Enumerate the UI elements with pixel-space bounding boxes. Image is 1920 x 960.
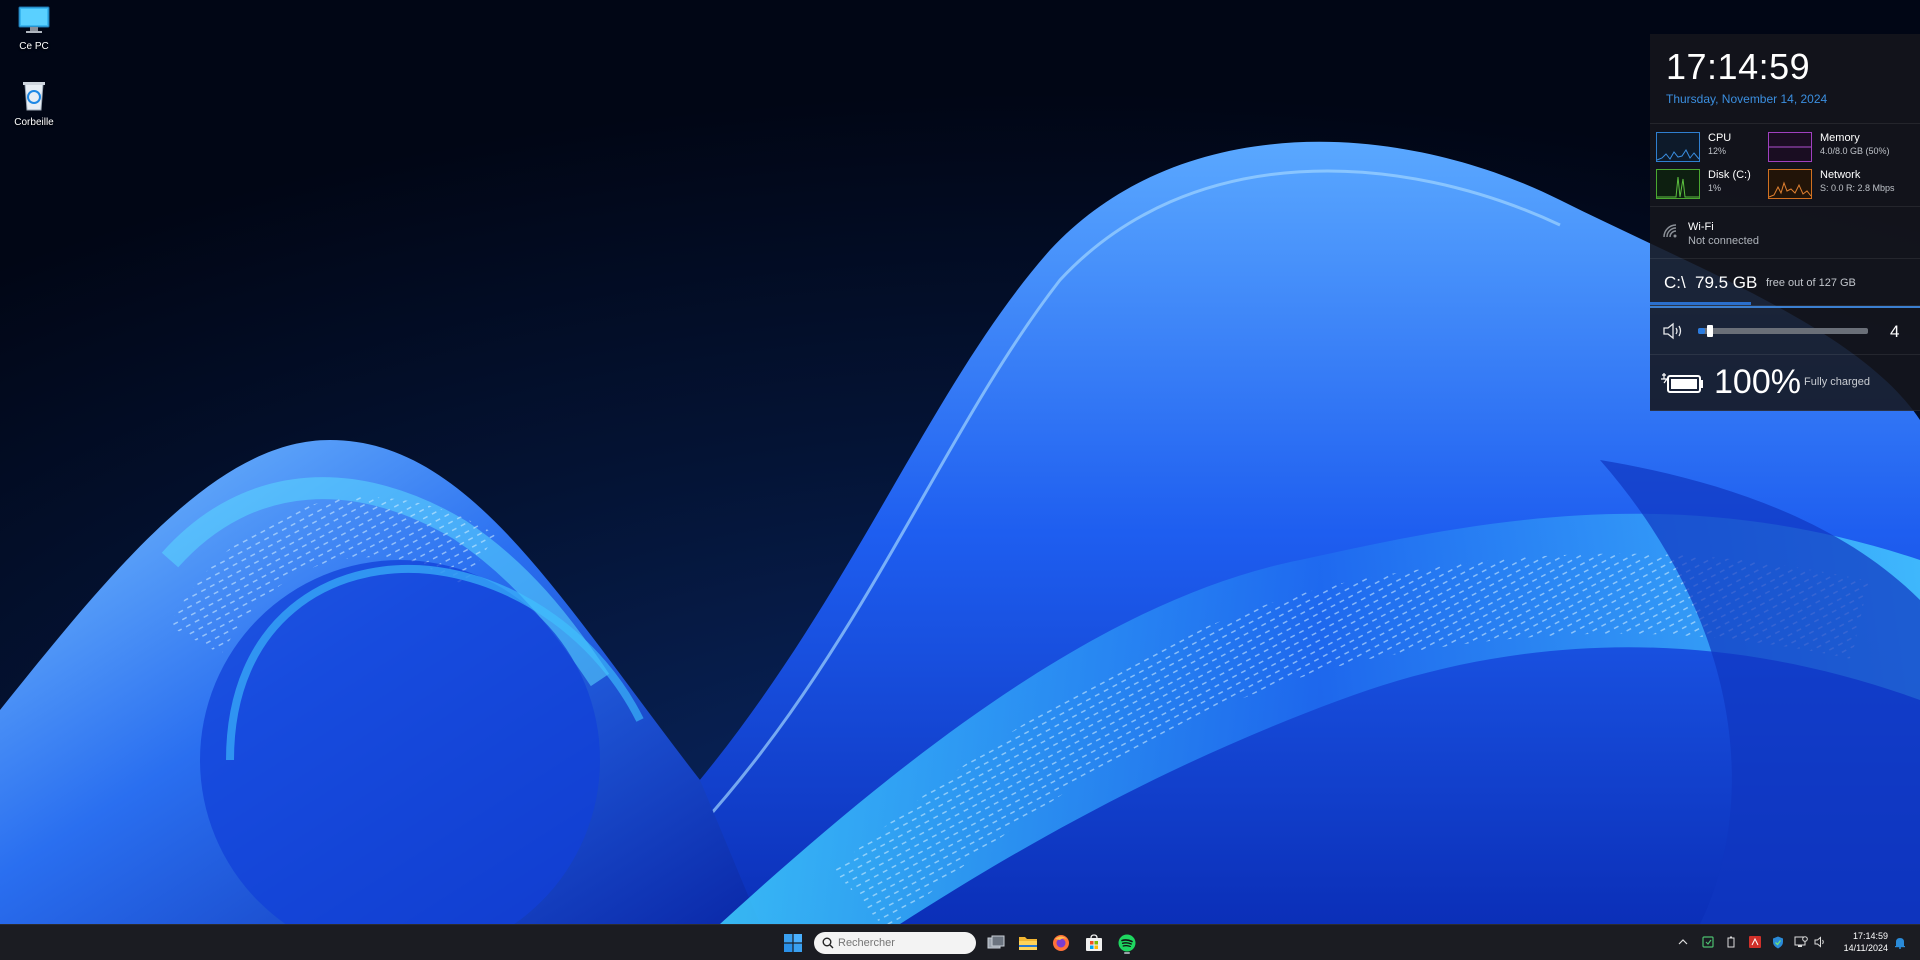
network-label: Network [1820, 169, 1861, 181]
disk-space-widget[interactable]: C:\ 79.5 GB free out of 127 GB [1650, 259, 1920, 306]
wifi-icon [1663, 224, 1677, 238]
bell-icon [1895, 937, 1905, 949]
wifi-status: Not connected [1688, 235, 1759, 247]
desktop-icon-recycle-bin[interactable]: Corbeille [4, 80, 64, 128]
desktop-wallpaper [0, 0, 1920, 924]
file-explorer-icon [1019, 937, 1037, 950]
firefox-button[interactable] [1047, 930, 1075, 956]
tray-security-button[interactable] [1770, 934, 1786, 950]
volume-fill [1698, 328, 1705, 334]
cpu-graph [1656, 132, 1700, 162]
spotify-button[interactable] [1113, 930, 1141, 956]
tray-battery-button[interactable] [1723, 934, 1739, 950]
drive-letter: C:\ [1664, 273, 1686, 292]
disk-graph [1656, 169, 1700, 199]
shield-icon [1773, 936, 1783, 948]
task-view-icon [987, 935, 1005, 949]
disk-monitor[interactable]: Disk (C:) 1% [1656, 167, 1764, 201]
network-value: S: 0.0 R: 2.8 Mbps [1820, 183, 1895, 193]
network-graph [1768, 169, 1812, 199]
tray-pdf-button[interactable] [1747, 934, 1763, 950]
pdf-icon [1749, 936, 1761, 948]
tray-sync-icon-button[interactable] [1700, 934, 1716, 950]
notifications-button[interactable] [1892, 934, 1908, 950]
battery-widget[interactable]: 100% Fully charged [1650, 355, 1920, 411]
tray-network-button[interactable] [1793, 934, 1809, 950]
taskbar-search[interactable] [814, 932, 976, 954]
search-input[interactable] [838, 932, 968, 954]
cpu-value: 12% [1708, 146, 1727, 156]
memory-label: Memory [1820, 132, 1860, 144]
start-icon [784, 934, 802, 952]
desktop-icon-label: Ce PC [19, 41, 49, 52]
tray-volume-button[interactable] [1812, 934, 1828, 950]
battery-percent: 100% [1714, 363, 1801, 401]
clock-time: 17:14:59 [1666, 46, 1811, 87]
microsoft-store-button[interactable] [1080, 930, 1108, 956]
clock-date: Thursday, November 14, 2024 [1666, 92, 1828, 106]
show-hidden-icons-button[interactable] [1675, 934, 1691, 950]
volume-slider-thumb[interactable] [1706, 325, 1713, 337]
recycle-bin-icon [23, 82, 45, 111]
wifi-name: Wi-Fi [1688, 221, 1714, 233]
taskbar-clock[interactable]: 17:14:59 14/11/2024 [1832, 930, 1888, 954]
firefox-icon [1053, 935, 1069, 951]
speaker-icon[interactable] [1662, 322, 1684, 340]
active-app-indicator [1124, 952, 1130, 954]
microsoft-store-icon [1086, 934, 1102, 951]
network-monitor[interactable]: Network S: 0.0 R: 2.8 Mbps [1768, 167, 1895, 201]
search-icon [822, 937, 834, 949]
memory-graph [1768, 132, 1812, 162]
system-monitor-widget: CPU 12% Memory 4.0/8.0 GB (50%) Disk (C:… [1650, 124, 1920, 207]
volume-level: 4 [1890, 322, 1900, 341]
taskbar-time: 17:14:59 [1852, 931, 1888, 941]
spotify-icon [1118, 934, 1136, 952]
battery-status: Fully charged [1804, 376, 1871, 388]
disk-free: 79.5 GB [1695, 273, 1758, 292]
disk-value: 1% [1708, 183, 1722, 193]
volume-track[interactable] [1698, 328, 1868, 334]
disk-free-description: free out of 127 GB [1766, 277, 1856, 289]
desktop-icon-label: Corbeille [14, 117, 54, 128]
sync-icon [1702, 936, 1714, 948]
task-view-button[interactable] [982, 930, 1010, 956]
cpu-monitor[interactable]: CPU 12% [1656, 130, 1764, 164]
memory-value: 4.0/8.0 GB (50%) [1820, 146, 1890, 156]
volume-icon [1814, 936, 1824, 948]
disk-usage-bar [1650, 302, 1751, 305]
clock-widget: 17:14:59 Thursday, November 14, 2024 [1650, 34, 1920, 124]
monitor-icon [18, 6, 50, 33]
wifi-widget[interactable]: Wi-Fi Not connected [1650, 207, 1920, 259]
cpu-label: CPU [1708, 132, 1732, 144]
taskbar-date: 14/11/2024 [1843, 943, 1888, 953]
taskbar: 17:14:59 14/11/2024 [0, 924, 1920, 960]
file-explorer-button[interactable] [1014, 930, 1042, 956]
start-button[interactable] [779, 930, 807, 956]
memory-monitor[interactable]: Memory 4.0/8.0 GB (50%) [1768, 130, 1890, 164]
battery-icon [1727, 936, 1735, 948]
disk-label: Disk (C:) [1708, 169, 1751, 181]
network-icon [1794, 936, 1808, 947]
desktop-icon-this-pc[interactable]: Ce PC [4, 6, 64, 52]
volume-widget[interactable]: 4 [1650, 306, 1920, 355]
battery-charging-icon [1661, 373, 1703, 393]
chevron-up-icon [1678, 939, 1688, 945]
